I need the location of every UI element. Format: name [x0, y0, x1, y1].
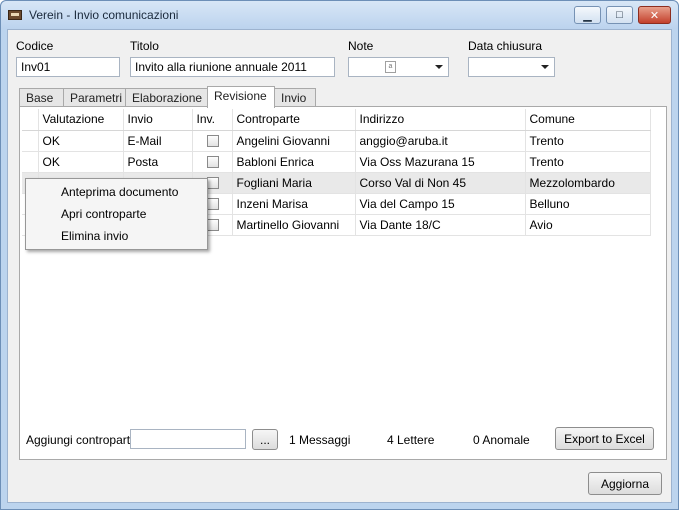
minimize-icon: ▁: [583, 9, 592, 22]
column-header-comune[interactable]: Comune: [525, 109, 651, 131]
tab-parametri[interactable]: Parametri: [63, 88, 126, 107]
cell-indirizzo[interactable]: Via Oss Mazurana 15: [355, 151, 526, 173]
title-bar[interactable]: Verein - Invio comunicazioni ▁ □ ✕: [1, 1, 678, 29]
menu-item-anteprima-documento[interactable]: Anteprima documento: [61, 185, 178, 199]
data-chiusura-label: Data chiusura: [468, 39, 543, 53]
column-header-controparte[interactable]: Controparte: [232, 109, 356, 131]
codice-label: Codice: [16, 39, 54, 53]
context-menu: Anteprima documento Apri controparte Eli…: [25, 178, 208, 250]
cell-indirizzo[interactable]: Via del Campo 15: [355, 193, 526, 215]
document-icon: a: [385, 61, 396, 73]
aggiungi-controparti-field[interactable]: [130, 429, 246, 449]
minimize-button[interactable]: ▁: [574, 6, 601, 24]
inv-checkbox[interactable]: [206, 135, 219, 148]
cell-comune[interactable]: Mezzolombardo: [525, 172, 651, 194]
table-header-row: Valutazione Invio Inv. Controparte Indir…: [22, 109, 651, 131]
column-header-valutazione[interactable]: Valutazione: [38, 109, 124, 131]
titolo-field[interactable]: Invito alla riunione annuale 2011: [130, 57, 335, 77]
note-combo[interactable]: a: [348, 57, 449, 77]
app-window: Verein - Invio comunicazioni ▁ □ ✕ Codic…: [0, 0, 679, 510]
close-button[interactable]: ✕: [638, 6, 671, 24]
row-indicator[interactable]: [22, 151, 39, 173]
menu-item-elimina-invio[interactable]: Elimina invio: [61, 229, 128, 243]
tab-elaborazione[interactable]: Elaborazione: [125, 88, 208, 107]
cell-controparte[interactable]: Angelini Giovanni: [232, 130, 356, 152]
aggiungi-controparti-label: Aggiungi controparti: [26, 433, 133, 447]
cell-valutazione[interactable]: OK: [38, 130, 124, 152]
data-chiusura-combo[interactable]: [468, 57, 555, 77]
tab-revisione[interactable]: Revisione: [207, 86, 275, 108]
cell-comune[interactable]: Trento: [525, 130, 651, 152]
revisione-panel: Valutazione Invio Inv. Controparte Indir…: [19, 106, 667, 460]
cell-indirizzo[interactable]: anggio@aruba.it: [355, 130, 526, 152]
tab-base[interactable]: Base: [19, 88, 64, 107]
chevron-down-icon[interactable]: [541, 65, 549, 69]
cell-inv[interactable]: [192, 151, 233, 173]
aggiorna-button[interactable]: Aggiorna: [588, 472, 662, 495]
titolo-label: Titolo: [130, 39, 159, 53]
cell-controparte[interactable]: Inzeni Marisa: [232, 193, 356, 215]
cell-invio[interactable]: E-Mail: [123, 130, 193, 152]
cell-comune[interactable]: Belluno: [525, 193, 651, 215]
client-area: Codice Inv01 Titolo Invito alla riunione…: [7, 29, 672, 503]
menu-item-apri-controparte[interactable]: Apri controparte: [61, 207, 146, 221]
close-icon: ✕: [649, 9, 660, 22]
column-header-indirizzo[interactable]: Indirizzo: [355, 109, 526, 131]
window-title: Verein - Invio comunicazioni: [29, 8, 179, 22]
cell-invio[interactable]: Posta: [123, 151, 193, 173]
anomale-count: 0 Anomale: [473, 433, 530, 447]
cell-controparte[interactable]: Martinello Giovanni: [232, 214, 356, 236]
inv-checkbox[interactable]: [206, 219, 219, 232]
inv-checkbox[interactable]: [206, 156, 219, 169]
browse-button[interactable]: ...: [252, 429, 278, 450]
lettere-count: 4 Lettere: [387, 433, 435, 447]
cell-comune[interactable]: Avio: [525, 214, 651, 236]
messaggi-count: 1 Messaggi: [289, 433, 351, 447]
export-to-excel-button[interactable]: Export to Excel: [555, 427, 654, 450]
codice-field[interactable]: Inv01: [16, 57, 120, 77]
note-label: Note: [348, 39, 374, 53]
cell-indirizzo[interactable]: Corso Val di Non 45: [355, 172, 526, 194]
cell-inv[interactable]: [192, 130, 233, 152]
inv-checkbox[interactable]: [206, 177, 219, 190]
maximize-icon: □: [616, 9, 623, 21]
tab-invio[interactable]: Invio: [274, 88, 316, 107]
cell-controparte[interactable]: Fogliani Maria: [232, 172, 356, 194]
cell-comune[interactable]: Trento: [525, 151, 651, 173]
row-indicator-header: [22, 109, 39, 131]
chevron-down-icon[interactable]: [435, 65, 443, 69]
cell-controparte[interactable]: Babloni Enrica: [232, 151, 356, 173]
column-header-inv[interactable]: Inv.: [192, 109, 233, 131]
maximize-button[interactable]: □: [606, 6, 633, 24]
cell-valutazione[interactable]: OK: [38, 151, 124, 173]
table-row[interactable]: OK E-Mail Angelini Giovanni anggio@aruba…: [22, 130, 651, 152]
cell-indirizzo[interactable]: Via Dante 18/C: [355, 214, 526, 236]
app-icon: [8, 10, 22, 20]
row-indicator[interactable]: [22, 130, 39, 152]
table-row[interactable]: OK Posta Babloni Enrica Via Oss Mazurana…: [22, 151, 651, 173]
column-header-invio[interactable]: Invio: [123, 109, 193, 131]
inv-checkbox[interactable]: [206, 198, 219, 211]
